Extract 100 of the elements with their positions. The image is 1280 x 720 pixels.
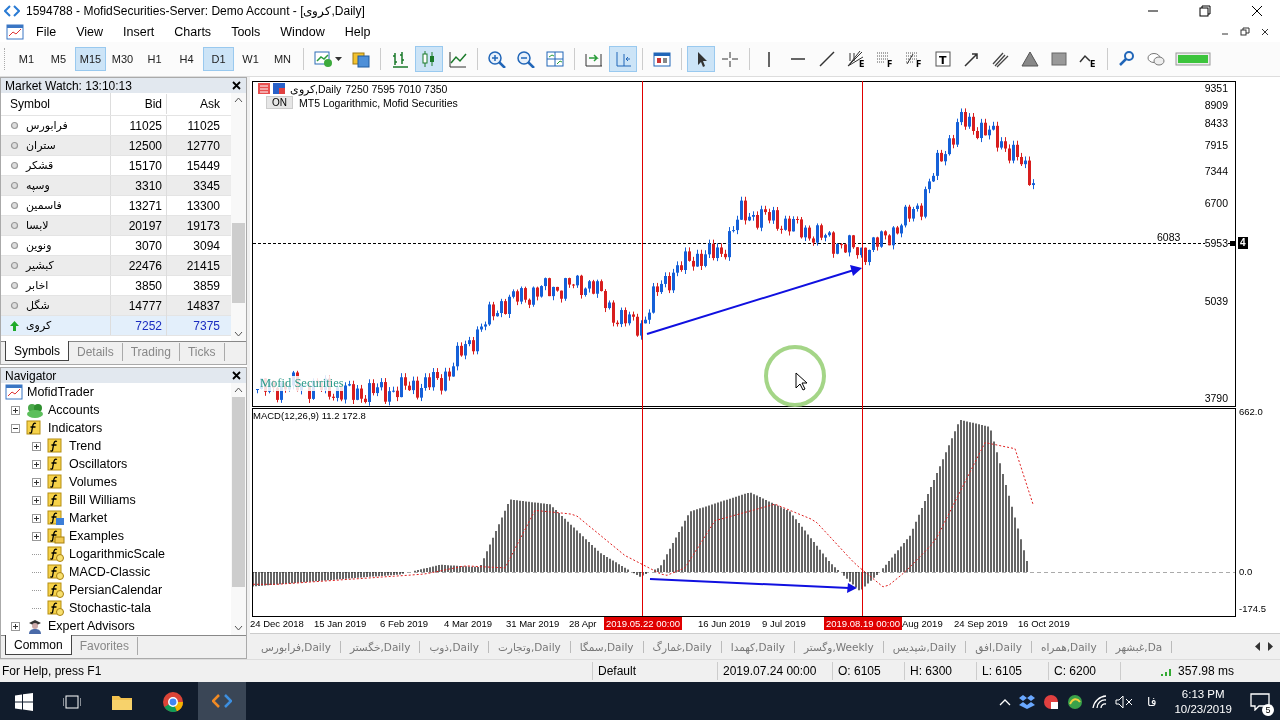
tree-item[interactable]: Stochastic-tala	[69, 601, 151, 615]
close-icon[interactable]	[1251, 5, 1263, 17]
tree-item[interactable]: Bill Williams	[69, 493, 136, 507]
tree-item[interactable]: Volumes	[69, 475, 117, 489]
signal-bars-icon	[1160, 666, 1174, 676]
chart-tab[interactable]: سمگا,Daily	[570, 640, 644, 653]
notification-icon[interactable]	[1250, 693, 1270, 711]
tree-item[interactable]: Indicators	[48, 421, 103, 435]
app-icon	[4, 5, 20, 17]
restore-icon[interactable]	[1199, 5, 1211, 17]
signal-icon	[1175, 50, 1211, 68]
open-value: O: 6105	[832, 662, 904, 680]
menu-item[interactable]: Window	[272, 25, 333, 39]
box-icon[interactable]	[1019, 695, 1036, 709]
chart-icon	[258, 83, 286, 95]
scrollbar[interactable]	[231, 383, 246, 635]
wifi-icon[interactable]	[1091, 695, 1108, 709]
expand-icon[interactable]	[11, 621, 20, 631]
chart-tab[interactable]: شپدیس,Daily	[883, 640, 967, 653]
chart-tab[interactable]: غبشهر,Da	[1106, 640, 1173, 653]
panel-tab[interactable]: Common	[5, 635, 72, 655]
date-label: Aug 2019	[902, 618, 943, 629]
collapse-icon[interactable]	[11, 423, 20, 433]
restore-icon[interactable]	[1240, 27, 1250, 37]
indicator-toggle[interactable]: ON	[266, 96, 293, 109]
scroll-up-icon[interactable]	[234, 97, 243, 103]
tray-app-icon[interactable]	[1043, 694, 1060, 710]
expand-icon[interactable]	[32, 459, 41, 469]
expand-icon[interactable]	[32, 531, 41, 541]
chart-tab[interactable]: ذوب,Daily	[420, 640, 489, 653]
tree-item[interactable]: PersianCalendar	[69, 583, 163, 597]
tree-item[interactable]: LogarithmicScale	[69, 547, 165, 561]
menu-item[interactable]: File	[28, 25, 65, 39]
chart-tab[interactable]: کهمدا,Daily	[721, 640, 795, 653]
expand-icon[interactable]	[32, 477, 41, 487]
panel-tab[interactable]: Symbols	[5, 341, 69, 361]
scrollbar[interactable]	[231, 93, 246, 341]
tree-item[interactable]: Expert Advisors	[48, 619, 135, 633]
bid-price: 14777	[111, 295, 167, 316]
close-icon[interactable]	[232, 81, 241, 90]
timeframe-button[interactable]: H1	[139, 47, 170, 71]
timeframe-button[interactable]: MN	[267, 47, 298, 71]
menu-item[interactable]: Charts	[166, 25, 220, 39]
active-app-button[interactable]	[198, 682, 246, 720]
folder-icon[interactable]	[111, 693, 133, 711]
chart-tab[interactable]: فرابورس,Daily	[252, 640, 341, 653]
expand-icon[interactable]	[32, 495, 41, 505]
scroll-up-icon[interactable]	[234, 387, 243, 393]
expand-icon[interactable]	[11, 405, 20, 415]
timeframe-button[interactable]: M1	[11, 47, 42, 71]
chart-tab[interactable]: غمارگ,Daily	[643, 640, 722, 653]
menu-item[interactable]: Tools	[223, 25, 269, 39]
chart-tab[interactable]: وگستر,Weekly	[794, 640, 884, 653]
close-icon[interactable]	[232, 371, 241, 380]
clock-time[interactable]: 6:13 PM	[1181, 687, 1225, 702]
tile-icon	[545, 50, 565, 68]
chart-tab[interactable]: وتجارت,Daily	[488, 640, 571, 653]
ask-price: 15449	[185, 157, 221, 175]
menu-item[interactable]: View	[68, 25, 112, 39]
windows-start-icon[interactable]	[15, 693, 33, 711]
symbol-name: لابسا	[26, 219, 49, 232]
timeframe-button[interactable]: H4	[171, 47, 202, 71]
scroll-down-icon[interactable]	[234, 625, 243, 631]
browser-icon[interactable]	[163, 692, 183, 712]
close-icon[interactable]	[1260, 27, 1270, 37]
task-view-icon[interactable]	[63, 694, 81, 710]
timeframe-button[interactable]: M5	[43, 47, 74, 71]
language-indicator[interactable]: فا	[1147, 695, 1157, 709]
tree-item[interactable]: Examples	[69, 529, 124, 543]
expand-icon[interactable]	[32, 441, 41, 451]
scroll-left-icon[interactable]	[1254, 642, 1262, 651]
tree-item[interactable]: MofidTrader	[27, 385, 94, 399]
tree-item[interactable]: Trend	[69, 439, 102, 453]
column-header[interactable]: Ask	[167, 94, 223, 114]
tree-item[interactable]: Oscillators	[69, 457, 128, 471]
scroll-right-icon[interactable]	[1266, 642, 1274, 651]
expand-icon[interactable]	[32, 513, 41, 523]
timeframe-button[interactable]: D1	[203, 47, 234, 71]
timeframe-button[interactable]: M15	[75, 47, 106, 71]
clock-date[interactable]: 10/23/2019	[1174, 702, 1232, 717]
menu-item[interactable]: Insert	[115, 25, 163, 39]
vertical-line-icon	[768, 51, 770, 67]
tree-item[interactable]: MACD-Classic	[69, 565, 151, 579]
zoom-out-icon	[516, 50, 536, 68]
column-header[interactable]: Symbol	[1, 93, 111, 115]
chart-tab[interactable]: افق,Daily	[966, 640, 1032, 653]
menu-item[interactable]: Help	[336, 25, 379, 39]
cursor-button[interactable]	[687, 46, 715, 72]
scroll-down-icon[interactable]	[234, 331, 243, 337]
column-header[interactable]: Bid	[111, 94, 167, 114]
speaker-muted-icon[interactable]	[1115, 695, 1134, 709]
tray-caret-icon[interactable]	[999, 698, 1012, 706]
tray-app-icon[interactable]	[1067, 694, 1084, 710]
tree-item[interactable]: Accounts	[48, 403, 100, 417]
chart-tab[interactable]: همراه,Daily	[1031, 640, 1107, 653]
tree-item[interactable]: Market	[69, 511, 108, 525]
candlestick-button[interactable]	[415, 46, 443, 72]
timeframe-button[interactable]: W1	[235, 47, 266, 71]
timeframe-button[interactable]: M30	[107, 47, 138, 71]
chart-tab[interactable]: خگستر,Daily	[340, 640, 421, 653]
